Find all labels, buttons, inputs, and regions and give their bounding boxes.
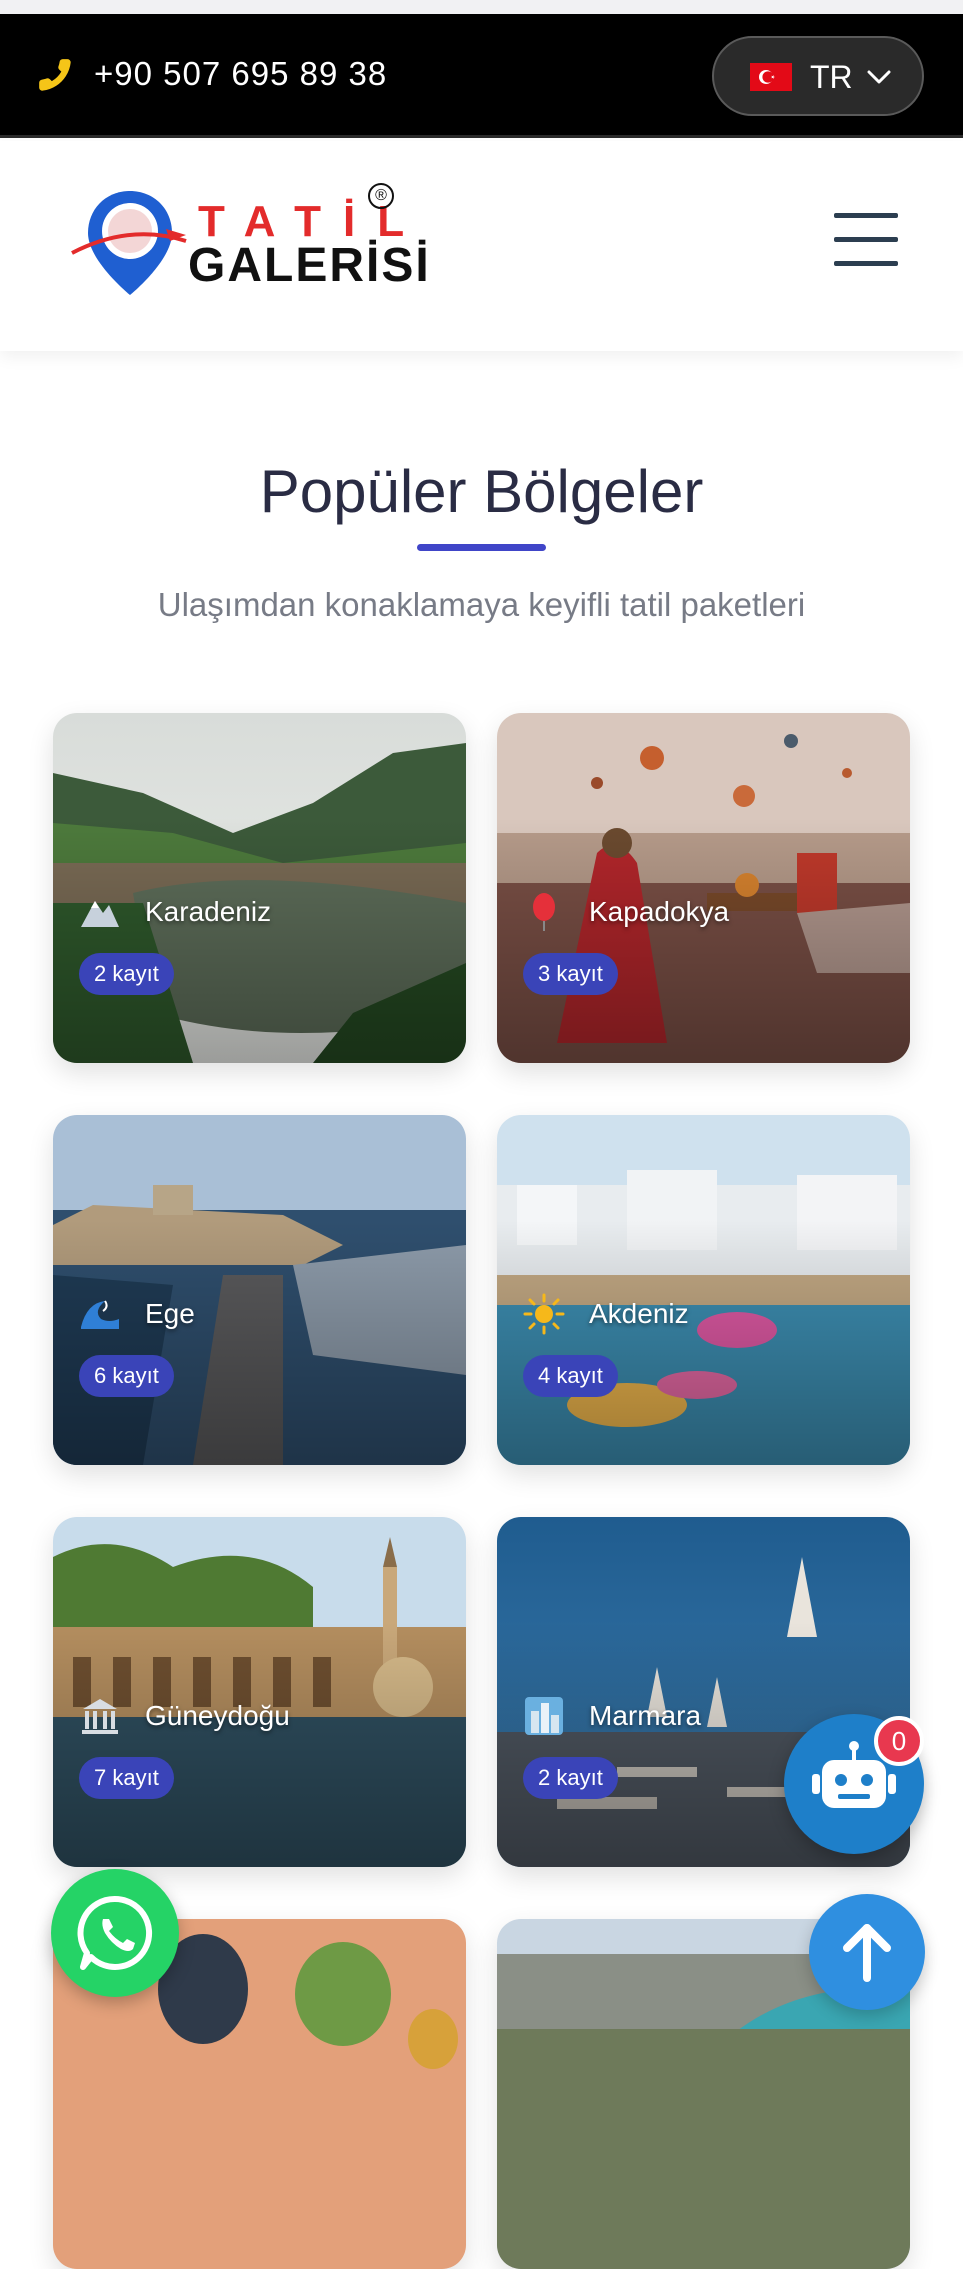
region-name: Akdeniz [589,1298,689,1329]
card-gradient-overlay [53,713,466,1063]
location-pin-logo-icon [71,191,187,295]
region-name: Güneydoğu [145,1700,290,1731]
whatsapp-icon [77,1895,153,1970]
region-count-badge: 7 kayıt [79,1757,174,1799]
region-count-badge: 3 kayıt [523,953,618,995]
card-gradient-overlay [53,1517,466,1867]
region-card-ege[interactable]: Ege 6 kayıt [53,1115,466,1465]
mountain-icon [81,901,119,927]
region-card-kapadokya[interactable]: Kapadokya 3 kayıt [497,713,910,1063]
balloon-icon [533,893,555,931]
chat-notification-badge: 0 [874,1716,924,1766]
tatil-galerisi-logo[interactable]: TATİL GALERİSİ ® [70,183,429,303]
region-card-guneydogu[interactable]: Güneydoğu 7 kayıt [53,1517,466,1867]
wave-icon [81,1300,119,1329]
classical-building-icon [82,1699,118,1734]
menu-line-icon [834,213,898,218]
top-contact-bar: +90 507 695 89 38 TR [0,14,963,138]
region-card-karadeniz[interactable]: Karadeniz 2 kayıt [53,713,466,1063]
phone-number-link[interactable]: +90 507 695 89 38 [94,54,387,94]
card-gradient-overlay [53,1115,466,1465]
turkey-flag-icon [750,63,792,91]
region-count-badge: 2 kayıt [523,1757,618,1799]
region-card-akdeniz[interactable]: Akdeniz 4 kayıt [497,1115,910,1465]
status-strip [0,0,963,14]
sun-icon [523,1293,565,1335]
whatsapp-button[interactable] [51,1869,179,1997]
arrow-up-icon [843,1924,891,1982]
menu-line-icon [834,261,898,266]
card-gradient-overlay [497,713,910,1063]
region-name: Ege [145,1298,195,1329]
region-name: Kapadokya [589,896,730,927]
region-count-badge: 2 kayıt [79,953,174,995]
region-name: Karadeniz [145,896,272,927]
region-count-badge: 6 kayıt [79,1355,174,1397]
scroll-to-top-button[interactable] [809,1894,925,2010]
region-name: Marmara [589,1700,702,1731]
cityscape-icon [525,1697,563,1735]
title-underline [417,544,546,551]
phone-icon [39,59,71,91]
card-gradient-overlay [497,1115,910,1465]
region-count-badge: 4 kayıt [523,1355,618,1397]
section-subtitle: Ulaşımdan konaklamaya keyifli tatil pake… [157,586,806,623]
hamburger-menu-button[interactable] [834,213,898,267]
section-title: Popüler Bölgeler [259,458,704,525]
chevron-down-icon [867,70,891,84]
logo-text-galerisi: GALERİSİ [188,239,431,292]
language-selector[interactable]: TR [712,36,924,116]
site-header: TATİL GALERİSİ ® [0,141,963,351]
language-code: TR [810,59,853,95]
registered-mark: ® [368,183,394,209]
menu-line-icon [834,237,898,242]
